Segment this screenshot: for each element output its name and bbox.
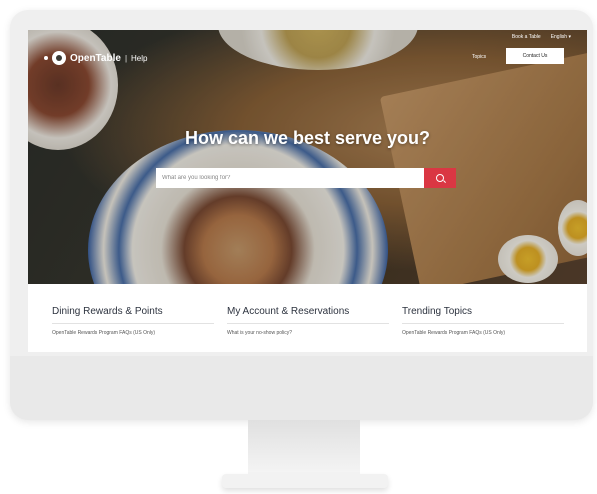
search-input[interactable] <box>156 168 424 188</box>
book-table-link[interactable]: Book a Table <box>512 34 541 40</box>
monitor-stand <box>248 420 360 478</box>
language-selector[interactable]: English ▾ <box>551 34 571 40</box>
column-trending-topics: Trending Topics OpenTable Rewards Progra… <box>402 306 564 336</box>
brand-name: OpenTable <box>70 52 121 64</box>
hero-title: How can we best serve you? <box>184 128 431 148</box>
chevron-down-icon: ▾ <box>568 34 571 40</box>
column-title: My Account & Reservations <box>227 306 389 324</box>
topics-menu[interactable]: Topics <box>472 54 486 60</box>
column-my-account: My Account & Reservations What is your n… <box>227 306 389 336</box>
top-links: Book a Table English ▾ <box>512 34 571 40</box>
brand-separator: | <box>124 53 128 63</box>
column-title: Trending Topics <box>402 306 564 324</box>
help-label: Help <box>131 53 148 63</box>
monitor-chin <box>10 356 593 420</box>
search-bar <box>156 168 456 188</box>
column-link[interactable]: OpenTable Rewards Program FAQs (US Only) <box>402 330 564 336</box>
column-link[interactable]: What is your no-show policy? <box>227 330 389 336</box>
logo-dot-icon <box>44 56 48 60</box>
topic-columns: Dining Rewards & Points OpenTable Reward… <box>52 306 564 336</box>
logo-ring-icon <box>52 51 66 65</box>
contact-us-button[interactable]: Contact Us <box>506 48 564 64</box>
search-button[interactable] <box>424 168 456 188</box>
opentable-logo[interactable]: OpenTable | Help <box>44 50 147 66</box>
language-label: English <box>550 34 568 40</box>
hero-banner: OpenTable | Help Book a Table English ▾ … <box>28 30 587 284</box>
hero-overlay <box>28 30 587 284</box>
column-link[interactable]: OpenTable Rewards Program FAQs (US Only) <box>52 330 214 336</box>
monitor-base <box>222 474 388 488</box>
website-screen: OpenTable | Help Book a Table English ▾ … <box>28 30 587 352</box>
column-title: Dining Rewards & Points <box>52 306 214 324</box>
search-icon <box>436 174 444 182</box>
column-dining-rewards: Dining Rewards & Points OpenTable Reward… <box>52 306 214 336</box>
